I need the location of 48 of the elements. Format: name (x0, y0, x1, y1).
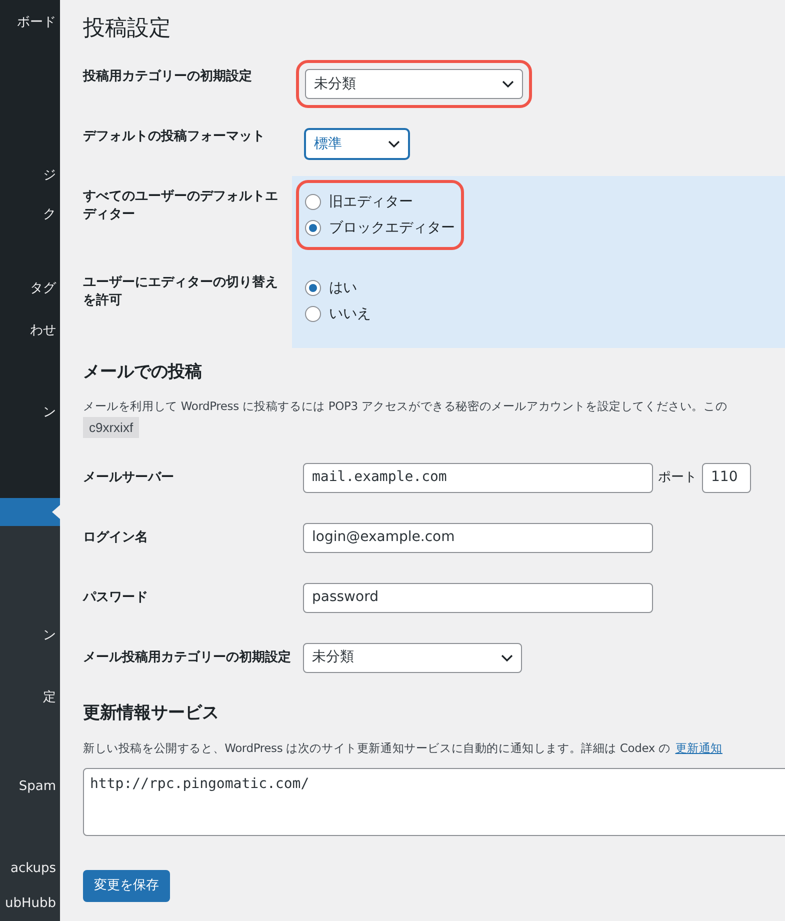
input-field[interactable]: login@example.com (303, 522, 653, 553)
setting-label: 投稿用カテゴリーの初期設定 (83, 68, 253, 86)
chevron-down-icon (502, 80, 514, 88)
radio-label: ブロックエディター (329, 218, 455, 238)
update-services-link[interactable]: 更新通知 (675, 740, 722, 758)
chevron-down-icon (388, 140, 400, 148)
setting-label: ユーザーにエディターの切り替えを許可 (83, 274, 279, 310)
setting-label: メールサーバー (83, 468, 175, 487)
sidebar-item[interactable]: わせ (0, 318, 60, 344)
radio-label: はい (329, 278, 357, 298)
radio-button[interactable] (305, 280, 321, 296)
radio-label: いいえ (329, 304, 371, 324)
section-description: 新しい投稿を公開すると、WordPress は次のサイト更新通知サービスに自動的に通知します。詳細は Codex の (83, 740, 670, 758)
sidebar-item[interactable]: ン (0, 400, 60, 426)
sidebar-item[interactable]: ubHubb (0, 891, 60, 917)
email-code: c9xrxixf (83, 416, 140, 438)
save-button[interactable]: 変更を保存 (83, 870, 170, 902)
section-heading: 更新情報サービス (83, 702, 220, 725)
sidebar-item[interactable]: ク (0, 202, 60, 228)
port-label: ポート (658, 469, 697, 487)
sidebar-item[interactable]: 定 (0, 685, 60, 711)
input-field[interactable]: mail.example.com (303, 462, 653, 493)
setting-label: すべてのユーザーのデフォルトエディター (83, 188, 279, 224)
page-title: 投稿設定 (83, 15, 172, 42)
select-field[interactable]: 未分類 (305, 69, 523, 99)
sidebar-item[interactable]: タグ (0, 276, 60, 302)
select-field[interactable]: 標準 (305, 129, 409, 159)
section-description: メールを利用して WordPress に投稿するには POP3 アクセスができる秘密のメールアカウントを設定してください。この (83, 398, 728, 414)
setting-label: デフォルトの投稿フォーマット (83, 128, 266, 146)
input-field[interactable]: 110 (702, 462, 751, 493)
sidebar-item[interactable]: ジ (0, 163, 60, 189)
radio-label: 旧エディター (329, 192, 413, 212)
radio-button[interactable] (305, 194, 321, 210)
radio-button[interactable] (305, 220, 321, 236)
setting-label: メール投稿用カテゴリーの初期設定 (83, 648, 292, 667)
sidebar-item[interactable]: ボード (0, 10, 60, 36)
sidebar-item[interactable] (0, 498, 60, 526)
sidebar-item[interactable]: Spam (0, 774, 60, 800)
input-field[interactable]: password (303, 582, 653, 613)
setting-label: ログイン名 (83, 528, 149, 547)
sidebar-item[interactable]: ackups (0, 856, 60, 882)
radio-button[interactable] (305, 306, 321, 322)
select-field[interactable]: 未分類 (303, 642, 522, 673)
sidebar-item[interactable]: ン (0, 623, 60, 649)
setting-label: パスワード (83, 588, 149, 607)
section-heading: メールでの投稿 (83, 361, 203, 384)
ping-urls-textarea[interactable]: http://rpc.pingomatic.com/ (83, 768, 785, 836)
chevron-down-icon (501, 654, 513, 662)
